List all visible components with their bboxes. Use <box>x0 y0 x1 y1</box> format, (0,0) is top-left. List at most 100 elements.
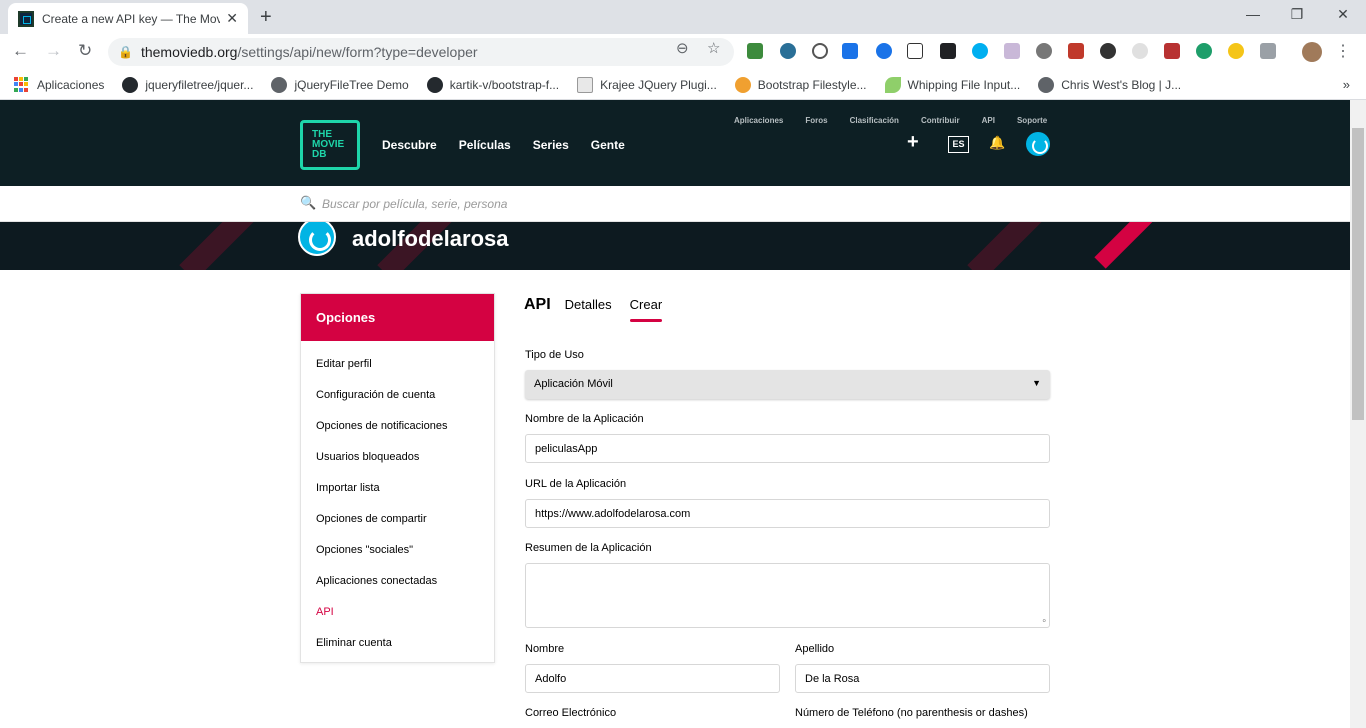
extension-badge-icon[interactable] <box>1196 43 1212 59</box>
close-window-button[interactable]: ✕ <box>1320 6 1366 23</box>
site-search[interactable]: 🔍 Buscar por película, serie, persona <box>0 186 1350 222</box>
bookmark-item[interactable]: Whipping File Input... <box>884 76 1020 93</box>
new-tab-button[interactable]: + <box>260 6 272 29</box>
nav-people[interactable]: Gente <box>591 138 625 152</box>
profile-banner: adolfodelarosa <box>0 222 1350 270</box>
zoom-icon[interactable]: ⊖ <box>676 39 689 57</box>
subnav-forums[interactable]: Foros <box>805 116 827 125</box>
forward-button[interactable]: → <box>45 41 62 61</box>
browser-tab[interactable]: Create a new API key — The Movie ✕ <box>8 3 248 34</box>
usage-type-select[interactable]: Aplicación Móvil ▼ <box>525 370 1050 399</box>
subnav-leaderboard[interactable]: Clasificación <box>850 116 899 125</box>
chrome-menu-icon[interactable]: ⋮ <box>1335 41 1351 61</box>
subnav-api[interactable]: API <box>982 116 995 125</box>
apps-grid-icon <box>14 76 30 93</box>
more-bookmarks-icon[interactable]: » <box>1343 77 1350 92</box>
tab-create[interactable]: Crear <box>629 297 662 322</box>
sidebar-item-sharing[interactable]: Opciones de compartir <box>301 505 494 536</box>
bookmark-item[interactable]: Chris West's Blog | J... <box>1038 76 1181 93</box>
tmdb-logo[interactable]: THE MOVIE DB <box>300 120 360 170</box>
nav-series[interactable]: Series <box>533 138 569 152</box>
search-icon: 🔍 <box>300 195 317 210</box>
bookmark-item[interactable]: jqueryfiletree/jquer... <box>122 76 253 93</box>
usage-type-label: Tipo de Uso <box>525 349 584 361</box>
user-avatar[interactable] <box>1026 132 1050 156</box>
bookmark-item[interactable]: Bootstrap Filestyle... <box>734 76 867 93</box>
code-icon[interactable] <box>1260 43 1276 59</box>
bookmark-item[interactable]: Aplicaciones <box>14 76 104 93</box>
nav-movies[interactable]: Películas <box>459 138 511 152</box>
extension-icon[interactable] <box>1228 43 1244 59</box>
nav-discover[interactable]: Descubre <box>382 138 437 152</box>
add-icon[interactable]: + <box>907 131 919 154</box>
extension-terminal-icon[interactable] <box>940 43 956 59</box>
sidebar-item-notifications[interactable]: Opciones de notificaciones <box>301 412 494 443</box>
extension-icon[interactable] <box>780 43 796 59</box>
resize-grip-icon[interactable]: ∘ <box>1041 615 1047 626</box>
sidebar-item-blocked-users[interactable]: Usuarios bloqueados <box>301 443 494 474</box>
tab-title: Create a new API key — The Movie <box>42 11 221 26</box>
reload-button[interactable]: ↻ <box>78 41 92 61</box>
restore-button[interactable]: ❐ <box>1274 6 1320 23</box>
dropdown-caret-icon: ▼ <box>1032 378 1041 388</box>
extension-icon[interactable] <box>1036 43 1052 59</box>
pdf-icon[interactable] <box>1164 43 1180 59</box>
last-name-label: Apellido <box>795 643 835 655</box>
extension-icon[interactable] <box>812 43 828 59</box>
profile-avatar[interactable] <box>1302 42 1322 62</box>
profile-username[interactable]: adolfodelarosa <box>352 226 508 252</box>
first-name-label: Nombre <box>525 643 565 655</box>
section-title: API <box>524 296 551 313</box>
banner-stripe <box>179 222 287 270</box>
app-summary-textarea[interactable]: ∘ <box>525 563 1050 628</box>
tab-details[interactable]: Detalles <box>565 297 612 312</box>
main-nav: Descubre Películas Series Gente <box>382 138 625 152</box>
sidebar-item-edit-profile[interactable]: Editar perfil <box>301 350 494 381</box>
usage-type-value: Aplicación Móvil <box>534 378 613 390</box>
back-button[interactable]: ← <box>12 41 29 61</box>
extension-check-icon[interactable] <box>876 43 892 59</box>
extension-off-icon[interactable] <box>1068 43 1084 59</box>
close-tab-icon[interactable]: ✕ <box>226 10 238 27</box>
app-name-input[interactable]: peliculasApp <box>525 434 1050 463</box>
globe-icon <box>271 76 288 93</box>
skype-icon[interactable] <box>972 43 988 59</box>
banner-stripe <box>967 222 1075 270</box>
minimize-button[interactable]: — <box>1230 6 1276 22</box>
bookmark-star-icon[interactable]: ☆ <box>707 39 720 57</box>
bookmark-item[interactable]: jQueryFileTree Demo <box>271 76 409 93</box>
app-summary-label: Resumen de la Aplicación <box>525 542 652 554</box>
api-tabs: API Detalles Crear <box>524 296 680 322</box>
app-name-label: Nombre de la Aplicación <box>525 413 644 425</box>
extension-json-icon[interactable] <box>907 43 923 59</box>
sidebar-item-account-settings[interactable]: Configuración de cuenta <box>301 381 494 412</box>
scrollbar-thumb[interactable] <box>1352 128 1364 420</box>
sidebar-item-social[interactable]: Opciones "sociales" <box>301 536 494 567</box>
bookmark-item[interactable]: kartik-v/bootstrap-f... <box>426 76 559 93</box>
subnav-apps[interactable]: Aplicaciones <box>734 116 783 125</box>
last-name-input[interactable]: De la Rosa <box>795 664 1050 693</box>
extension-icon[interactable] <box>747 43 763 59</box>
phone-label: Número de Teléfono (no parenthesis or da… <box>795 707 1028 719</box>
subnav-support[interactable]: Soporte <box>1017 116 1047 125</box>
sidebar-title: Opciones <box>301 294 494 341</box>
profile-avatar-icon[interactable] <box>298 222 336 256</box>
app-url-input[interactable]: https://www.adolfodelarosa.com <box>525 499 1050 528</box>
extension-icon[interactable] <box>1100 43 1116 59</box>
page-scrollbar[interactable] <box>1350 100 1366 728</box>
krajee-icon <box>577 76 594 93</box>
subnav-contribute[interactable]: Contribuir <box>921 116 960 125</box>
bell-icon[interactable]: 🔔 <box>989 135 1005 151</box>
extension-new-icon[interactable] <box>842 43 858 59</box>
extension-icon[interactable] <box>1004 43 1020 59</box>
page-viewport: THE MOVIE DB Descubre Películas Series G… <box>0 100 1350 728</box>
extension-icon[interactable] <box>1132 43 1148 59</box>
sidebar-item-delete-account[interactable]: Eliminar cuenta <box>301 629 494 660</box>
first-name-input[interactable]: Adolfo <box>525 664 780 693</box>
address-bar[interactable]: 🔒 themoviedb.org/settings/api/new/form?t… <box>108 38 734 66</box>
bookmark-item[interactable]: Krajee JQuery Plugi... <box>577 76 717 93</box>
sidebar-item-api[interactable]: API <box>301 598 494 629</box>
sidebar-item-connected-apps[interactable]: Aplicaciones conectadas <box>301 567 494 598</box>
sidebar-item-import-list[interactable]: Importar lista <box>301 474 494 505</box>
language-selector[interactable]: ES <box>948 136 969 153</box>
